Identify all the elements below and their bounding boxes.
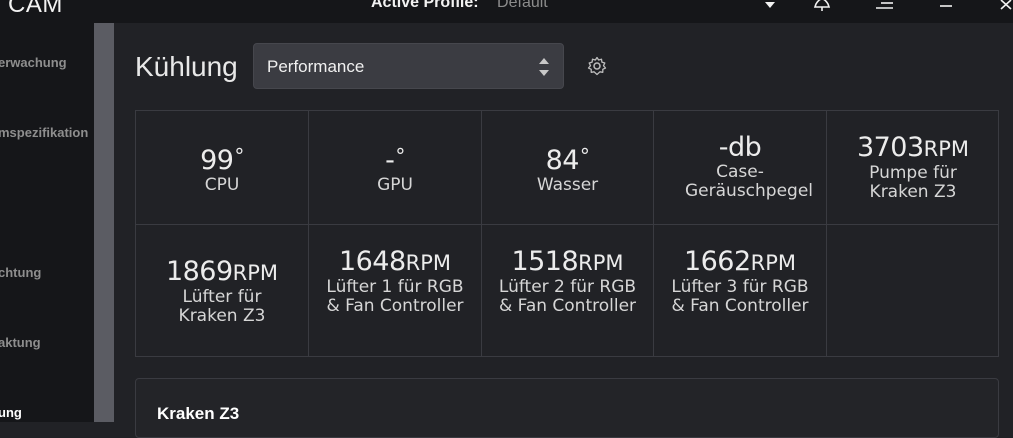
sidebar-item-kuehlung[interactable]: ung bbox=[0, 405, 22, 420]
sidebar-scrollbar[interactable] bbox=[94, 23, 114, 422]
stat-value: 1662RPM bbox=[683, 246, 797, 277]
profile-select-value: Performance bbox=[267, 57, 365, 76]
stat-wasser: 84° Wasser bbox=[482, 111, 654, 225]
main-content: Kühlung Performance 99° CPU -° GPU 84° W… bbox=[114, 23, 1013, 438]
stat-value: -° bbox=[385, 144, 405, 176]
page-title: Kühlung bbox=[135, 51, 238, 82]
stat-fan-kraken: 1869RPM Lüfter für Kraken Z3 bbox=[136, 225, 309, 356]
stat-fan-1: 1648RPM Lüfter 1 für RGB & Fan Controlle… bbox=[309, 225, 482, 356]
chevron-down-icon[interactable] bbox=[763, 0, 777, 13]
active-profile-label: Active Profile: bbox=[371, 0, 479, 11]
stat-label: Wasser bbox=[536, 175, 599, 195]
title-bar: CAM Active Profile: Default bbox=[0, 0, 1013, 23]
stat-value: 3703RPM bbox=[856, 132, 970, 163]
select-arrows-icon bbox=[537, 55, 551, 79]
sidebar: erwachung mspezifikation chtung aktung u… bbox=[0, 23, 94, 422]
active-profile-value: Default bbox=[497, 0, 548, 11]
active-profile[interactable]: Active Profile: Default bbox=[371, 0, 548, 12]
stat-value: 1518RPM bbox=[511, 246, 624, 277]
minimize-icon[interactable] bbox=[939, 0, 953, 14]
stat-label: Lüfter 2 für RGB & Fan Controller bbox=[498, 277, 637, 316]
menu-icon[interactable] bbox=[873, 0, 895, 14]
bell-icon[interactable] bbox=[812, 0, 832, 12]
stat-value: 1869RPM bbox=[165, 256, 279, 287]
stat-value: -db bbox=[718, 132, 762, 163]
sidebar-item-systemspezifikation[interactable]: mspezifikation bbox=[0, 125, 88, 140]
stat-label: Lüfter 1 für RGB & Fan Controller bbox=[326, 277, 464, 316]
profile-select[interactable]: Performance bbox=[253, 43, 564, 89]
stat-fan-3: 1662RPM Lüfter 3 für RGB & Fan Controlle… bbox=[654, 225, 827, 356]
stat-label: Lüfter 3 für RGB & Fan Controller bbox=[671, 277, 809, 316]
stat-label: Pumpe für Kraken Z3 bbox=[869, 163, 957, 202]
close-icon[interactable] bbox=[999, 0, 1013, 13]
gear-icon[interactable] bbox=[587, 56, 607, 76]
sidebar-item-beleuchtung[interactable]: chtung bbox=[0, 265, 41, 280]
stats-grid: 99° CPU -° GPU 84° Wasser -db Case-Geräu… bbox=[135, 110, 999, 357]
stat-label: GPU bbox=[377, 175, 413, 195]
stat-gpu: -° GPU bbox=[309, 111, 482, 225]
stat-case-noise: -db Case-Geräuschpegel bbox=[654, 111, 827, 225]
sidebar-item-ueberwachung[interactable]: erwachung bbox=[0, 55, 67, 70]
device-card: Kraken Z3 bbox=[135, 378, 999, 438]
device-card-title: Kraken Z3 bbox=[157, 404, 240, 423]
stat-empty bbox=[827, 225, 999, 356]
stat-value: 84° bbox=[545, 144, 590, 176]
stat-label: Lüfter für Kraken Z3 bbox=[178, 287, 266, 326]
stat-label: Case-Geräuschpegel bbox=[685, 162, 814, 201]
stat-fan-2: 1518RPM Lüfter 2 für RGB & Fan Controlle… bbox=[482, 225, 654, 356]
stat-value: 99° bbox=[200, 144, 244, 176]
stat-value: 1648RPM bbox=[338, 246, 452, 277]
app-name: CAM bbox=[8, 0, 63, 18]
sidebar-item-uebertaktung[interactable]: aktung bbox=[0, 335, 41, 350]
stat-pump: 3703RPM Pumpe für Kraken Z3 bbox=[827, 111, 999, 225]
stat-label: CPU bbox=[204, 175, 240, 195]
stat-cpu: 99° CPU bbox=[136, 111, 309, 225]
